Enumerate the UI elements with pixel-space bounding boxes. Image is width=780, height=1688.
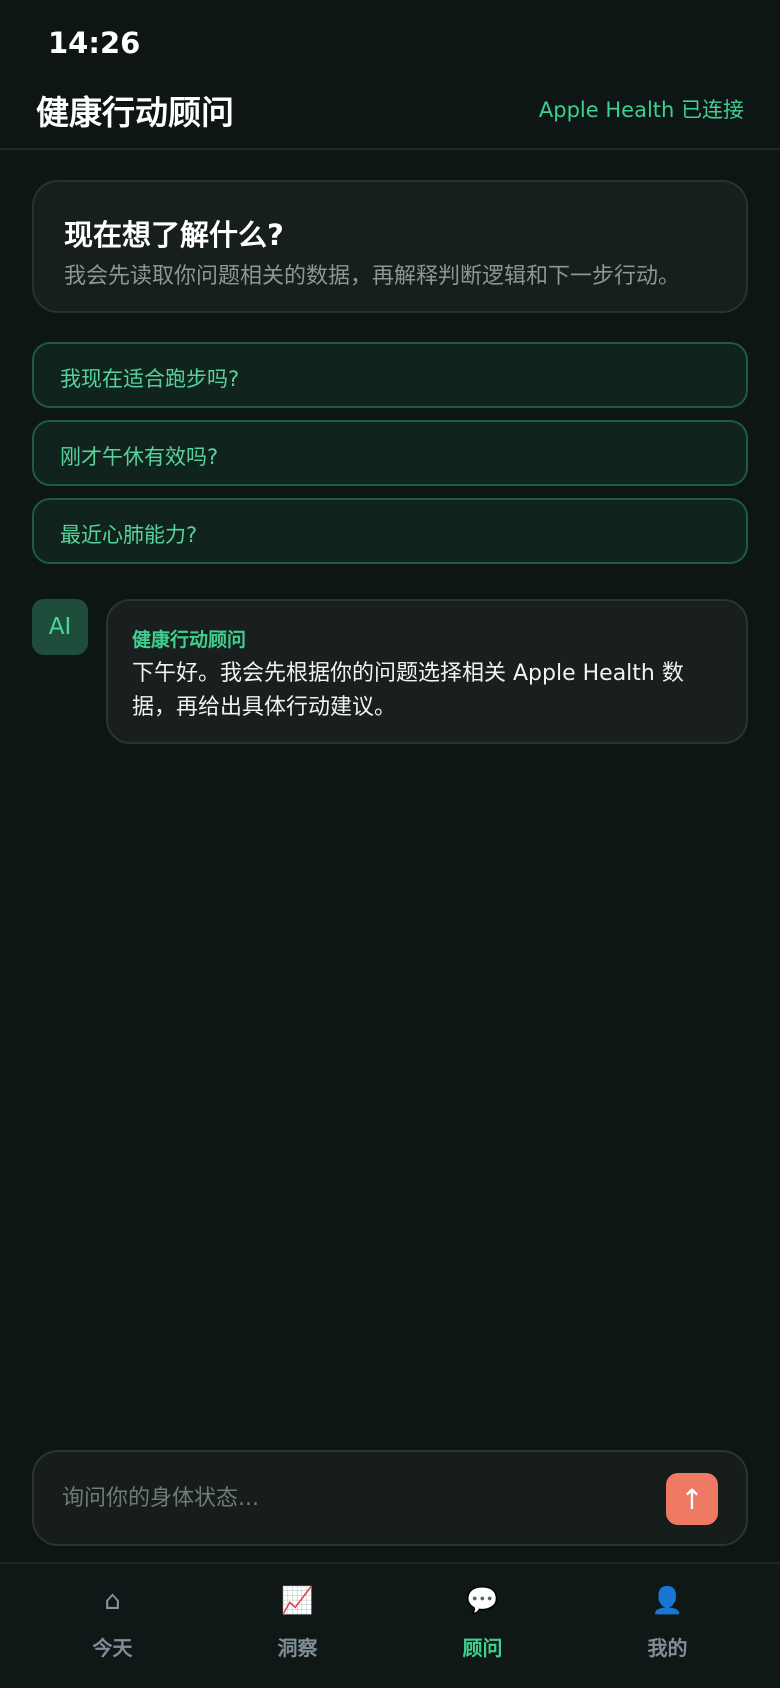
intro-card: 现在想了解什么? 我会先读取你问题相关的数据，再解释判断逻辑和下一步行动。 (32, 180, 748, 313)
status-time: 14:26 (48, 26, 141, 60)
ai-avatar: AI (32, 599, 88, 655)
message-text: 下午好。我会先根据你的问题选择相关 Apple Health 数据，再给出具体行… (132, 661, 684, 720)
tab-label: 我的 (647, 1636, 688, 1660)
suggestion-button[interactable]: 最近心肺能力? (32, 498, 748, 564)
connection-status: Apple Health 已连接 (538, 98, 744, 122)
intro-description: 我会先读取你问题相关的数据，再解释判断逻辑和下一步行动。 (64, 264, 681, 289)
suggestion-label: 刚才午休有效吗? (60, 445, 219, 469)
intro-title: 现在想了解什么? (64, 218, 284, 252)
speech-bubble-icon: 💬 (466, 1586, 499, 1616)
arrow-up-icon: ↑ (680, 1482, 704, 1516)
tab-label: 洞察 (277, 1636, 318, 1660)
chart-icon: 📈 (281, 1586, 314, 1616)
suggestion-label: 最近心肺能力? (60, 523, 198, 547)
tab-today[interactable]: ⌂ 今天 (20, 1564, 205, 1688)
tab-bar: ⌂ 今天 📈 洞察 💬 顾问 👤 我的 (0, 1562, 780, 1688)
send-button[interactable]: ↑ (666, 1473, 718, 1525)
page-title: 健康行动顾问 (36, 93, 234, 132)
chat-input[interactable] (62, 1476, 622, 1520)
tab-label: 顾问 (462, 1636, 503, 1660)
message-sender: 健康行动顾问 (132, 629, 247, 651)
suggestion-button[interactable]: 我现在适合跑步吗? (32, 342, 748, 408)
composer: ↑ (32, 1450, 748, 1546)
suggestion-button[interactable]: 刚才午休有效吗? (32, 420, 748, 486)
tab-insights[interactable]: 📈 洞察 (205, 1564, 390, 1688)
app-screen: 14:26 健康行动顾问 Apple Health 已连接 现在想了解什么? 我… (0, 0, 780, 1688)
tab-advisor[interactable]: 💬 顾问 (390, 1564, 575, 1688)
suggestion-label: 我现在适合跑步吗? (60, 367, 240, 391)
ai-message-bubble: 健康行动顾问 下午好。我会先根据你的问题选择相关 Apple Health 数据… (106, 599, 748, 744)
header: 健康行动顾问 Apple Health 已连接 (0, 80, 780, 150)
status-bar: 14:26 (0, 0, 780, 80)
home-icon: ⌂ (104, 1586, 121, 1616)
tab-label: 今天 (92, 1636, 133, 1660)
user-icon: 👤 (651, 1586, 684, 1616)
tab-profile[interactable]: 👤 我的 (575, 1564, 760, 1688)
